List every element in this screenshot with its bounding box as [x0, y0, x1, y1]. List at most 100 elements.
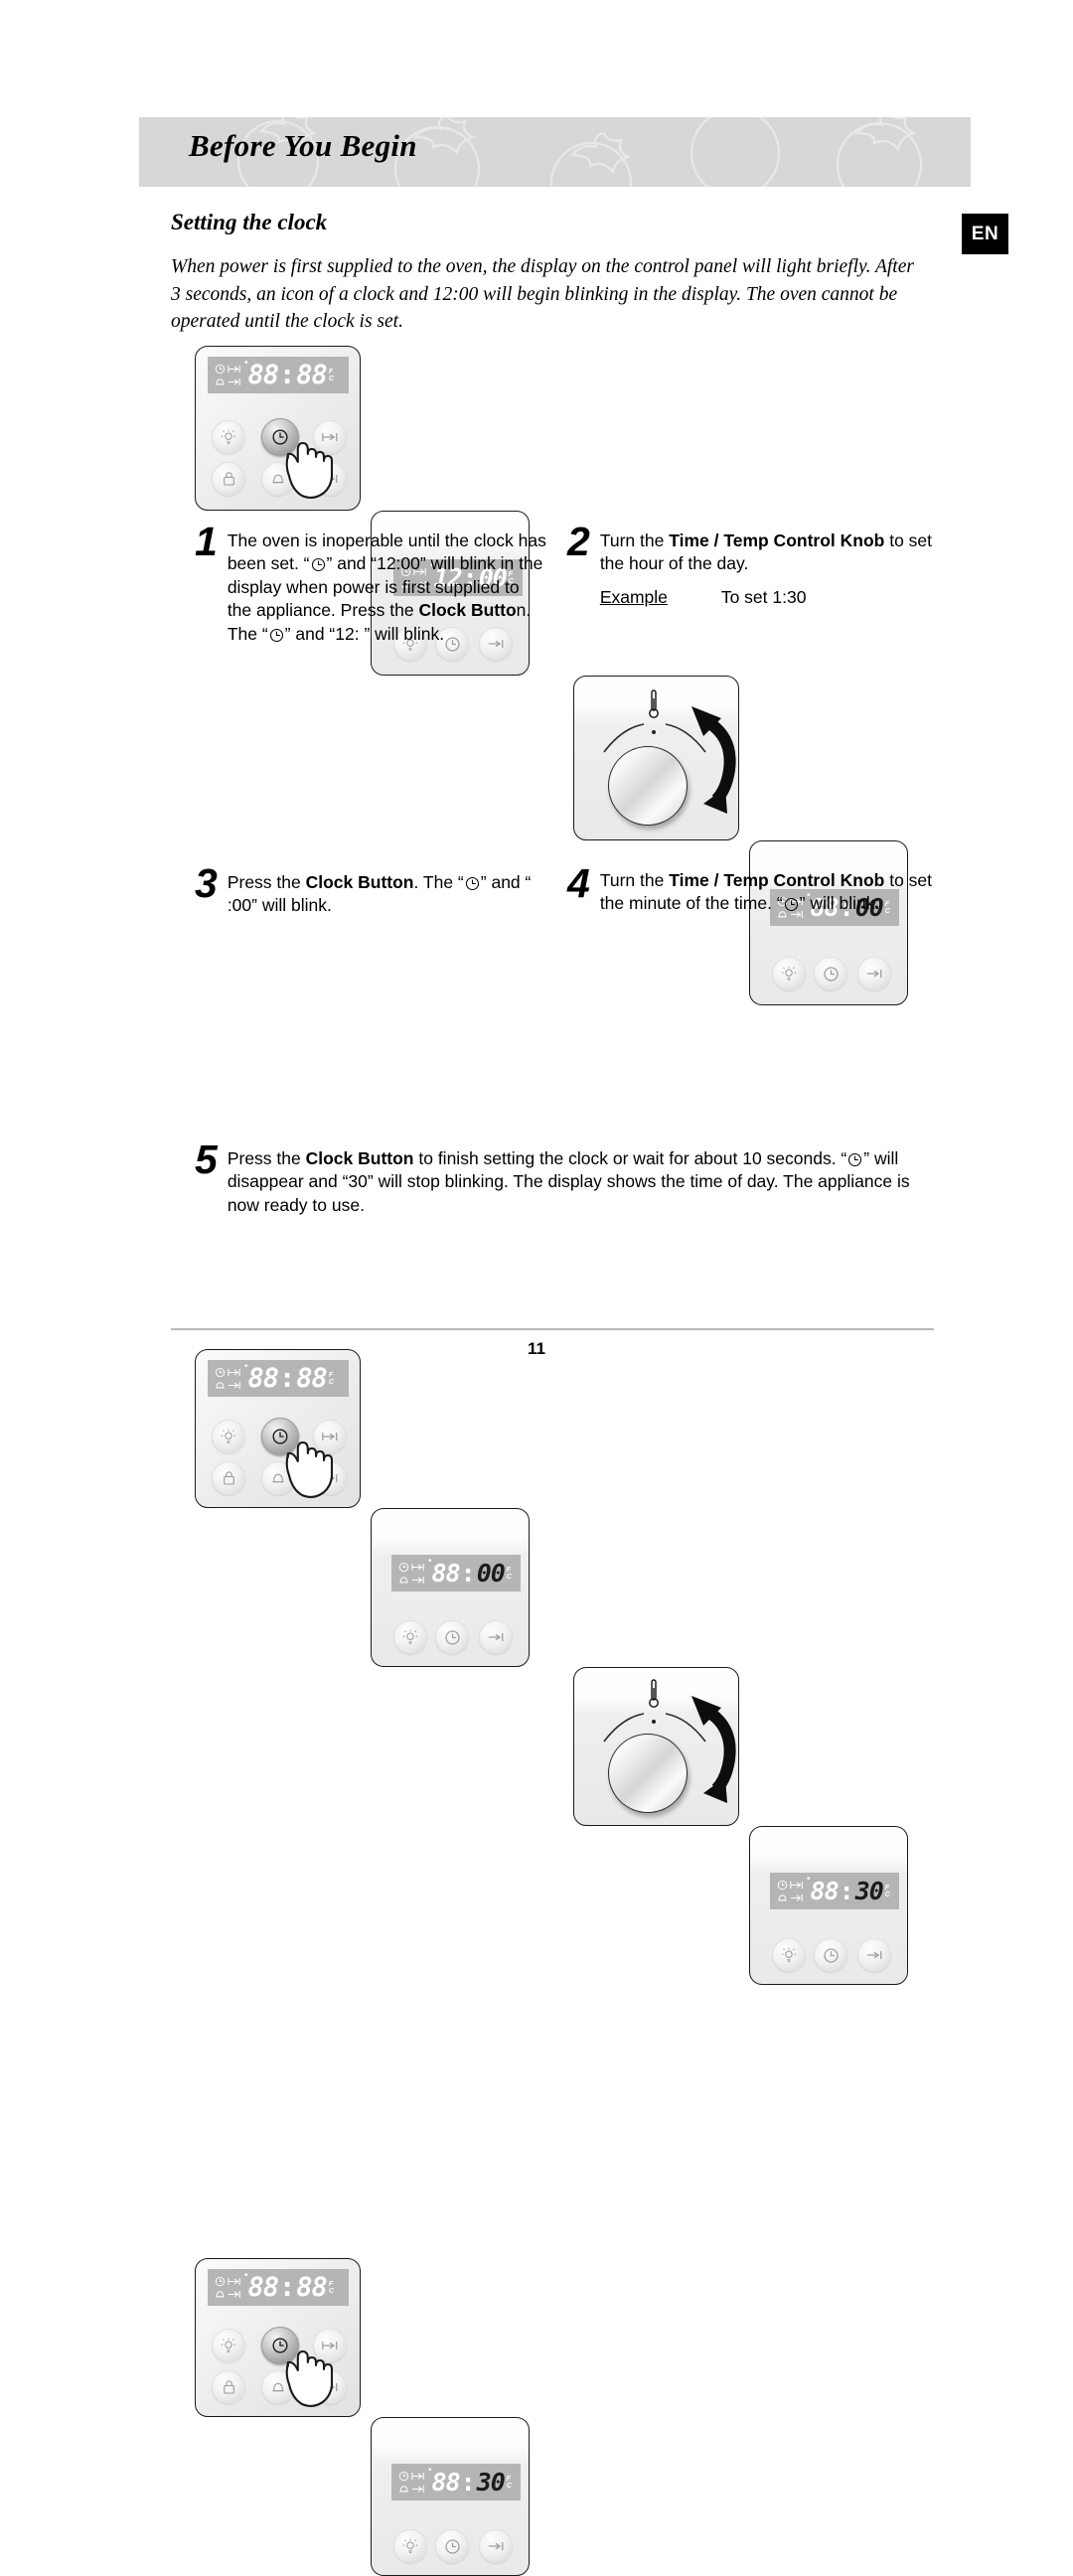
example-label: Example	[599, 586, 668, 607]
lcd-display: • 88 : 00 FC	[391, 1555, 521, 1591]
cook-time-icon	[411, 1563, 424, 1571]
lcd-digits: 88 : 88	[248, 360, 328, 390]
step-number: 3	[195, 860, 218, 906]
cook-time-icon	[790, 1881, 803, 1889]
lcd-digits: 88 : 88	[248, 1363, 328, 1394]
cook-time-button[interactable]	[313, 420, 347, 454]
end-time-button[interactable]	[857, 957, 891, 990]
lock-icon	[223, 1471, 234, 1485]
lcd-minutes: 88	[296, 2272, 328, 2303]
page-title: Before You Begin	[189, 128, 417, 163]
clock-icon	[272, 2338, 288, 2353]
cook-time-icon	[228, 2277, 240, 2285]
clock-icon	[272, 1429, 288, 1444]
lcd-minutes: 30	[854, 1877, 884, 1905]
step-text: Press the Clock Button to finish setting…	[227, 1148, 910, 1215]
light-button[interactable]	[212, 420, 245, 454]
lcd-hours: 88	[247, 2272, 280, 2303]
light-button[interactable]	[212, 2329, 245, 2362]
end-time-icon	[228, 378, 240, 385]
step-text: The oven is inoperable until the clock h…	[227, 530, 546, 644]
cook-time-button[interactable]	[313, 1420, 347, 1453]
page-number: 11	[528, 1339, 545, 1358]
bell-button[interactable]	[261, 1461, 295, 1495]
lcd-display: • 88 : 30 FC	[770, 1873, 899, 1909]
lcd-unit-labels: FC	[884, 1884, 890, 1898]
lcd-status-icons	[777, 1879, 804, 1903]
language-badge: EN	[962, 214, 1008, 254]
clock-button[interactable]	[814, 957, 847, 990]
bell-button[interactable]	[261, 462, 295, 496]
lcd-hours-ghost: 88	[431, 1559, 461, 1588]
section-intro-text: When power is first supplied to the oven…	[171, 256, 914, 333]
bell-icon	[399, 2485, 408, 2492]
lock-button[interactable]	[212, 2370, 245, 2404]
lock-icon	[223, 472, 234, 486]
clock-button[interactable]	[261, 418, 299, 456]
light-button[interactable]	[772, 957, 806, 990]
light-button[interactable]	[212, 1420, 245, 1453]
bell-icon	[272, 2382, 284, 2392]
end-time-button[interactable]	[313, 2370, 347, 2404]
light-button[interactable]	[393, 1620, 427, 1654]
step-text: Press the Clock Button. The “” and “ :00…	[227, 872, 532, 916]
clock-icon	[398, 1562, 409, 1572]
rotate-arrow-icon	[691, 1696, 736, 1803]
lcd-digits: 88 : 88	[247, 2272, 328, 2303]
end-time-button[interactable]	[313, 462, 347, 496]
lock-button[interactable]	[212, 462, 245, 496]
lcd-status-icons	[215, 1366, 241, 1391]
figure-row2-knob-panel	[573, 1667, 739, 1826]
lcd-minutes: 00	[476, 1559, 506, 1588]
end-time-button[interactable]	[857, 1938, 891, 1972]
figure-row1-display-1-00: • 88 : 00 FC	[749, 840, 908, 1005]
thermometer-icon	[649, 689, 659, 718]
end-time-icon	[790, 1894, 803, 1901]
figure-row2-display-88-30: • 88 : 30 FC	[749, 1826, 908, 1985]
end-time-button[interactable]	[479, 2529, 513, 2563]
step-3: 3 Press the Clock Button. The “” and “ :…	[195, 860, 537, 918]
end-time-icon	[322, 2382, 338, 2392]
bell-icon	[216, 378, 225, 384]
lcd-colon: :	[460, 2468, 476, 2497]
light-icon	[221, 2338, 236, 2352]
light-button[interactable]	[393, 2529, 427, 2563]
lcd-hours-ghost: 88	[431, 2468, 461, 2497]
figure-row2-control-panel: • 88 : 88 FC	[195, 1349, 361, 1508]
clock-button[interactable]	[814, 1938, 847, 1972]
clock-icon	[465, 876, 479, 891]
end-time-button[interactable]	[479, 1620, 513, 1654]
clock-icon	[444, 2538, 460, 2554]
clock-icon	[444, 1629, 460, 1645]
end-time-button[interactable]	[313, 1461, 347, 1495]
lock-button[interactable]	[212, 1461, 245, 1495]
step-2: 2 Turn the Time / Temp Control Knob to s…	[567, 521, 937, 608]
light-icon	[781, 966, 797, 981]
light-button[interactable]	[772, 1938, 806, 1972]
lcd-display: • 88 : 30 FC	[391, 2464, 521, 2500]
clock-button[interactable]	[261, 2327, 299, 2364]
clock-button[interactable]	[435, 2529, 469, 2563]
clock-icon	[215, 2276, 226, 2286]
clock-icon	[398, 2471, 409, 2481]
lcd-minutes: 88	[296, 360, 328, 390]
clock-button[interactable]	[261, 1418, 299, 1455]
footer-divider	[171, 1328, 934, 1330]
clock-icon	[784, 898, 798, 912]
light-icon	[221, 429, 236, 444]
step-number: 4	[567, 860, 590, 906]
cook-time-button[interactable]	[313, 2329, 347, 2362]
clock-icon	[823, 1947, 839, 1963]
lcd-display: • 88 : 88 FC	[208, 2269, 349, 2306]
rotate-arrow-icon	[691, 706, 736, 814]
lcd-unit-labels: FC	[506, 2475, 512, 2490]
lcd-digits: 88 : 00	[431, 1559, 506, 1588]
lcd-digits: 88 : 30	[811, 1877, 884, 1905]
end-time-icon	[488, 2541, 504, 2551]
bell-button[interactable]	[261, 2370, 295, 2404]
cook-time-icon	[228, 1368, 240, 1376]
lcd-colon: :	[279, 360, 296, 390]
lcd-unit-labels: FC	[328, 1371, 334, 1386]
clock-button[interactable]	[435, 1620, 469, 1654]
clock-icon	[311, 558, 325, 572]
